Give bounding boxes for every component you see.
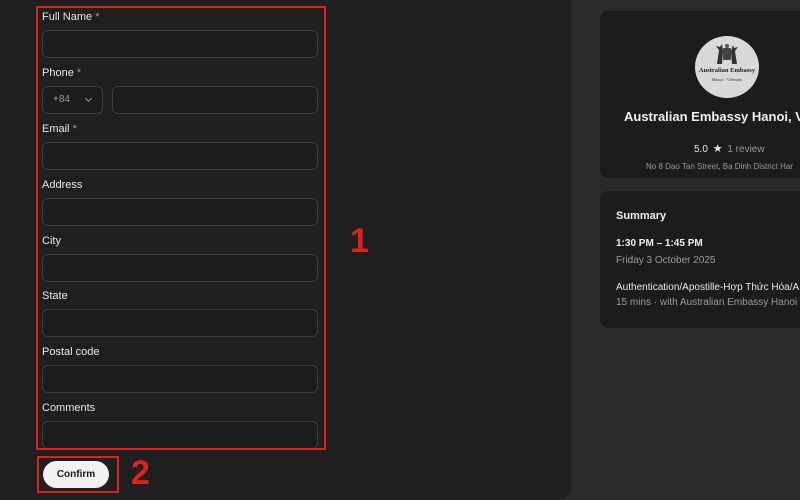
- embassy-card: Australian Embassy Hanoi - Vietnam Austr…: [600, 11, 800, 178]
- annotation-marker-1: 1: [350, 222, 369, 260]
- form-highlight-box: [36, 6, 326, 450]
- service-detail: 15 mins · with Australian Embassy Hanoi: [616, 297, 798, 308]
- summary-card: Summary 1:30 PM – 1:45 PM Friday 3 Octob…: [600, 191, 800, 328]
- review-count-link[interactable]: 1 review: [727, 144, 764, 155]
- rating-row: 5.0 ★ 1 review: [694, 142, 765, 155]
- appointment-date: Friday 3 October 2025: [616, 255, 716, 266]
- coat-of-arms-icon: [716, 44, 738, 64]
- embassy-name: Australian Embassy Hanoi, Vie: [624, 109, 800, 124]
- contact-form-panel: Full Name * Phone * +84 Email * Address …: [0, 0, 571, 500]
- confirm-highlight-box: [37, 456, 119, 493]
- summary-title: Summary: [616, 210, 667, 222]
- star-icon: ★: [712, 143, 723, 155]
- service-name: Authentication/Apostille-Hợp Thức Hóa/A: [616, 282, 800, 293]
- appointment-time: 1:30 PM – 1:45 PM: [616, 238, 703, 249]
- logo-text: Australian Embassy: [698, 67, 756, 74]
- embassy-address: No 8 Dao Tan Street, Ba Dinh District Ha…: [646, 162, 794, 171]
- annotation-marker-2: 2: [131, 454, 150, 492]
- booking-page: Full Name * Phone * +84 Email * Address …: [0, 0, 800, 500]
- logo-subtext: Hanoi - Vietnam: [712, 77, 742, 82]
- embassy-logo: Australian Embassy Hanoi - Vietnam: [695, 36, 759, 98]
- rating-score: 5.0: [694, 144, 708, 155]
